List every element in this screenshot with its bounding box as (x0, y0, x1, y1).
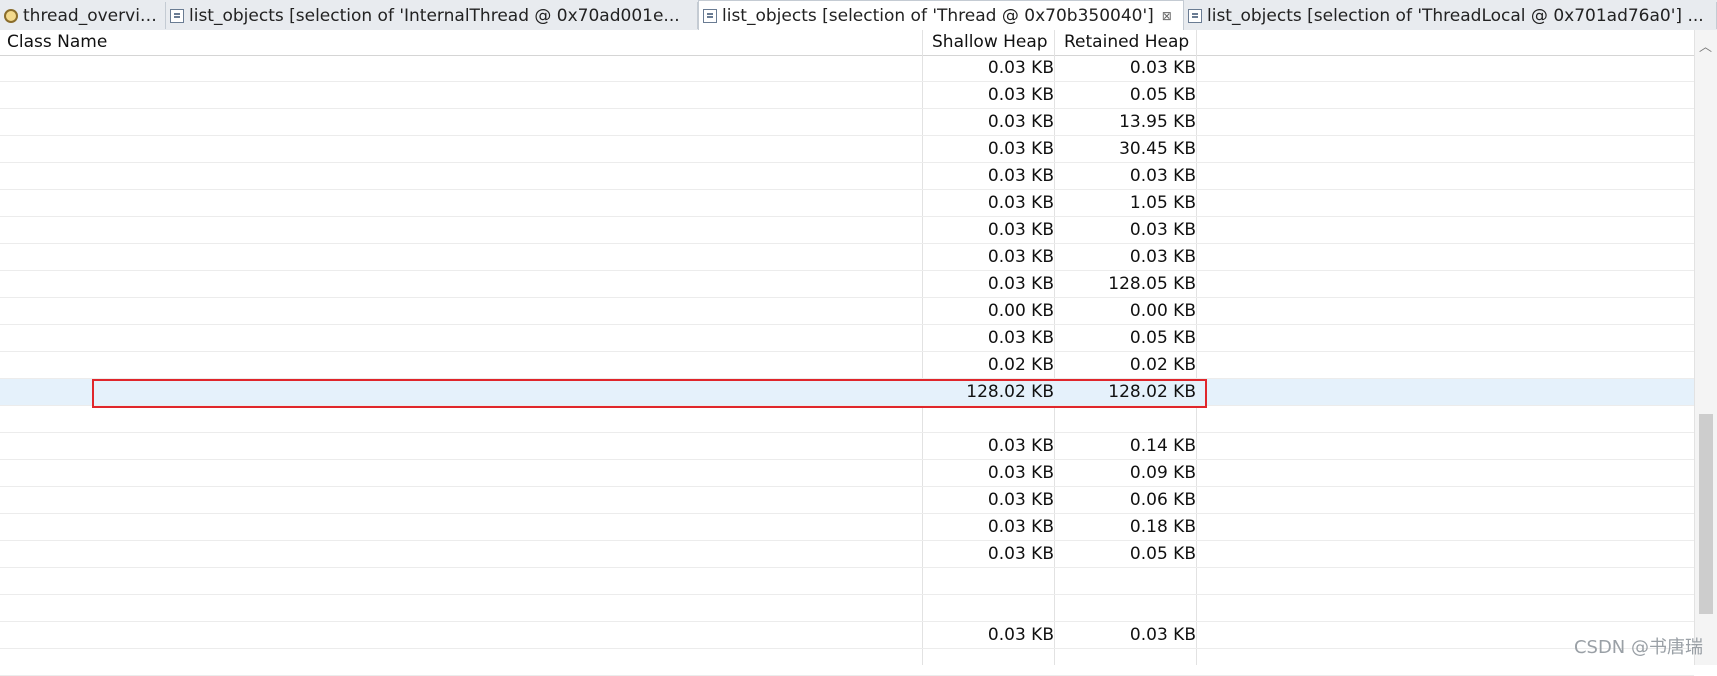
table-row[interactable]: ›[98] java.lang.ThreadLocal$ThreadLocalM… (0, 55, 1694, 82)
vertical-scrollbar[interactable]: ︿ (1694, 30, 1717, 665)
table-row[interactable]: ›[83] java.lang.ThreadLocal$ThreadLocalM… (0, 190, 1694, 217)
table-row[interactable]: ›<Java Local> java.util.concurrent.locks… (0, 622, 1694, 649)
shallow-heap-cell: 0.02 KB (987, 355, 1054, 375)
table-row[interactable]: ›[85] java.lang.ThreadLocal$ThreadLocalM… (0, 163, 1694, 190)
total-row[interactable]: ΣTotal: 16 entries (0, 649, 1694, 676)
retained-heap-cell: 13.95 KB (1119, 112, 1196, 132)
column-header-shallow-heap[interactable]: Shallow Heap (932, 32, 1048, 52)
watermark: CSDN @书唐瑞 (1573, 637, 1703, 658)
retained-heap-cell: 30.45 KB (1119, 139, 1196, 159)
column-header-class-name[interactable]: Class Name (7, 32, 107, 52)
shallow-heap-cell: 0.03 KB (987, 544, 1054, 564)
total-row[interactable]: ΣTotal: 4 entries (0, 406, 1694, 433)
shallow-heap-cell: 0.03 KB (987, 58, 1054, 78)
table-row[interactable]: ›[30] java.lang.ThreadLocal$ThreadLocalM… (0, 109, 1694, 136)
retained-heap-cell: 1.05 KB (1129, 193, 1196, 213)
table-row[interactable]: ›referent java.lang.ThreadLocal @ 0x701a… (0, 352, 1694, 379)
table-row[interactable]: ›[94] java.lang.ThreadLocal$ThreadLocalM… (0, 82, 1694, 109)
retained-heap-cell: 0.05 KB (1129, 85, 1196, 105)
tab-list-objects-threadlocal[interactable]: list_objects [selection of 'ThreadLocal … (1184, 2, 1717, 29)
table-row[interactable]: ›queue java.lang.ref.ReferenceQueue$Null… (0, 325, 1694, 352)
retained-heap-cell: 0.00 KB (1129, 301, 1196, 321)
retained-heap-cell: 0.02 KB (1129, 355, 1196, 375)
tab-label: list_objects [selection of 'ThreadLocal … (1207, 5, 1704, 26)
table-row[interactable]: ›value char[65536] @ 0x70f1079a8 {"d":"2… (0, 379, 1694, 406)
close-icon[interactable]: ⊠ (1162, 9, 1172, 23)
shallow-heap-cell: 0.03 KB (987, 625, 1054, 645)
table-row[interactable]: ›[17] java.lang.ThreadLocal$ThreadLocalM… (0, 217, 1694, 244)
retained-heap-cell: 128.02 KB (1108, 382, 1196, 402)
table-row[interactable]: ›[14] java.lang.ThreadLocal$ThreadLocalM… (0, 514, 1694, 541)
column-header-retained-heap[interactable]: Retained Heap (1064, 32, 1189, 52)
shallow-heap-cell: 0.03 KB (987, 490, 1054, 510)
table-row[interactable]: ⌄[12] java.lang.ThreadLocal$ThreadLocalM… (0, 271, 1694, 298)
table-row[interactable]: ›[126] java.lang.ThreadLocal$ThreadLocal… (0, 460, 1694, 487)
retained-heap-cell: 0.18 KB (1129, 517, 1196, 537)
tab-label: list_objects [selection of 'InternalThre… (189, 5, 680, 26)
table-row[interactable]: ›[26] java.lang.ThreadLocal$ThreadLocalM… (0, 136, 1694, 163)
shallow-heap-cell: 0.03 KB (987, 463, 1054, 483)
retained-heap-cell: 0.03 KB (1129, 220, 1196, 240)
tab-thread-overview[interactable]: thread_overview (0, 2, 166, 29)
table-row[interactable]: ›[71] java.lang.ThreadLocal$ThreadLocalM… (0, 433, 1694, 460)
tab-list-objects-thread[interactable]: list_objects [selection of 'Thread @ 0x7… (698, 0, 1184, 31)
retained-heap-cell: 0.03 KB (1129, 166, 1196, 186)
column-header-row: Class Name Shallow Heap Retained Heap (0, 30, 1717, 56)
shallow-heap-cell: 0.03 KB (987, 112, 1054, 132)
shallow-heap-cell: 0.03 KB (987, 220, 1054, 240)
tab-list-objects-internalthread[interactable]: list_objects [selection of 'InternalThre… (166, 2, 698, 29)
tab-label: thread_overview (23, 5, 159, 26)
list-icon (703, 9, 717, 23)
tab-label: list_objects [selection of 'Thread @ 0x7… (722, 6, 1154, 26)
scrollbar-thumb[interactable] (1699, 414, 1713, 614)
editor-tab-bar: thread_overview list_objects [selection … (0, 0, 1717, 31)
table-row[interactable]: ›[96] java.lang.ThreadLocal$ThreadLocalM… (0, 487, 1694, 514)
shallow-heap-cell: 128.02 KB (966, 382, 1054, 402)
scroll-up-icon[interactable]: ︿ (1699, 36, 1712, 55)
table-row[interactable]: ›[16] java.lang.ThreadLocal$ThreadLocalM… (0, 244, 1694, 271)
list-icon (1188, 8, 1202, 23)
shallow-heap-cell: 0.03 KB (987, 517, 1054, 537)
shallow-heap-cell: 0.03 KB (987, 247, 1054, 267)
retained-heap-cell: 0.03 KB (1129, 625, 1196, 645)
retained-heap-cell: 0.14 KB (1129, 436, 1196, 456)
table-row[interactable]: ›[69] java.lang.ThreadLocal$ThreadLocalM… (0, 541, 1694, 568)
shallow-heap-cell: 0.00 KB (987, 301, 1054, 321)
retained-heap-cell: 0.09 KB (1129, 463, 1196, 483)
table-row[interactable]: ›<class> class java.lang.ThreadLocal$Thr… (0, 298, 1694, 325)
retained-heap-cell: 0.05 KB (1129, 544, 1196, 564)
retained-heap-cell: 0.05 KB (1129, 328, 1196, 348)
retained-heap-cell: 0.03 KB (1129, 247, 1196, 267)
total-row[interactable]: ΣTotal: 2 entries (0, 595, 1694, 622)
shallow-heap-cell: 0.03 KB (987, 166, 1054, 186)
shallow-heap-cell: 0.03 KB (987, 274, 1054, 294)
shallow-heap-cell: 0.03 KB (987, 193, 1054, 213)
gear-icon (4, 8, 18, 23)
object-tree: ›[98] java.lang.ThreadLocal$ThreadLocalM… (0, 55, 1694, 676)
shallow-heap-cell: 0.03 KB (987, 436, 1054, 456)
shallow-heap-cell: 0.03 KB (987, 85, 1054, 105)
total-row[interactable]: ΣTotal: 25 of 39 entries; 14 more (0, 568, 1694, 595)
shallow-heap-cell: 0.03 KB (987, 328, 1054, 348)
list-icon (170, 8, 184, 23)
shallow-heap-cell: 0.03 KB (987, 139, 1054, 159)
retained-heap-cell: 0.06 KB (1129, 490, 1196, 510)
retained-heap-cell: 128.05 KB (1108, 274, 1196, 294)
retained-heap-cell: 0.03 KB (1129, 58, 1196, 78)
